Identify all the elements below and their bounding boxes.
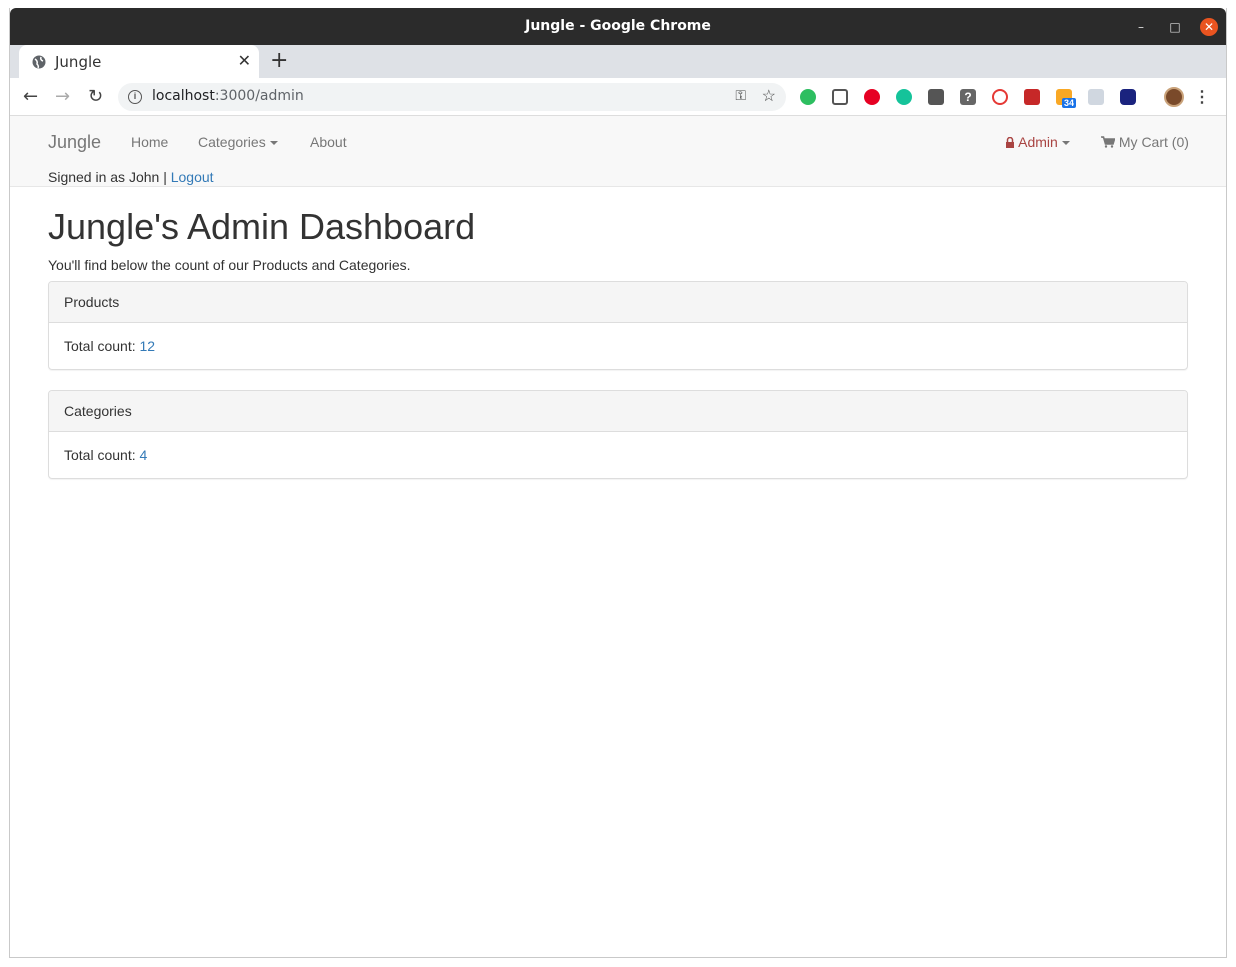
new-tab-button[interactable]: + <box>270 48 288 73</box>
categories-panel: Categories Total count: 4 <box>48 389 1188 479</box>
logout-link[interactable]: Logout <box>171 169 214 185</box>
pinterest-extension-icon[interactable] <box>864 89 880 105</box>
categories-count: 4 <box>139 446 148 463</box>
caret-down-icon <box>1061 141 1070 146</box>
menu-dots-icon[interactable]: ⋮ <box>1194 87 1210 107</box>
maximize-button[interactable]: □ <box>1166 18 1184 36</box>
nav-cart[interactable]: My Cart (0) <box>1101 134 1189 150</box>
lightbulb-extension-icon[interactable] <box>928 89 944 105</box>
snowflake-extension-icon[interactable] <box>1088 89 1104 105</box>
rss-badge: 34 <box>1062 98 1077 108</box>
pocket-extension-icon[interactable] <box>832 89 848 105</box>
globe-icon <box>32 55 46 69</box>
timer-extension-icon[interactable] <box>992 89 1008 105</box>
session-info: Signed in as John | Logout <box>48 169 214 185</box>
close-tab-icon[interactable]: ✕ <box>238 51 251 70</box>
title-bar: Jungle - Google Chrome – □ ✕ <box>10 8 1226 45</box>
colorwheel-extension-icon[interactable] <box>1120 89 1136 105</box>
nav-about[interactable]: About <box>310 134 347 150</box>
address-bar[interactable]: i localhost:3000/admin ⚿ ☆ <box>118 83 786 111</box>
page-title: Jungle's Admin Dashboard <box>48 206 476 247</box>
products-count: 12 <box>139 337 156 354</box>
forward-icon[interactable]: → <box>55 86 70 107</box>
nav-categories[interactable]: Categories <box>198 134 278 150</box>
evernote-extension-icon[interactable] <box>800 89 816 105</box>
key-icon[interactable]: ⚿ <box>735 87 746 104</box>
caret-down-icon <box>269 141 278 146</box>
signed-in-text: Signed in as John | <box>48 169 167 185</box>
lock-icon <box>1006 136 1014 148</box>
products-panel: Products Total count: 12 <box>48 280 1188 370</box>
help-extension-icon[interactable]: ? <box>960 89 976 105</box>
tab-jungle[interactable]: Jungle ✕ <box>19 45 259 78</box>
browser-toolbar: ← → ↻ i localhost:3000/admin ⚿ ☆ ? 34 ⋮ <box>10 78 1226 116</box>
bookmark-star-icon[interactable]: ☆ <box>762 86 776 106</box>
url-text[interactable]: localhost:3000/admin <box>152 88 304 104</box>
panel-body: Total count: 4 <box>49 432 1187 478</box>
panel-heading: Products <box>49 281 1187 323</box>
nav-admin[interactable]: Admin <box>1005 134 1070 150</box>
profile-avatar[interactable] <box>1164 87 1184 107</box>
main-content: Jungle's Admin Dashboard You'll find bel… <box>48 187 1188 499</box>
count-label: Total count: <box>64 337 136 354</box>
app-navbar: Jungle Home Categories About Admin My Ca… <box>10 116 1226 187</box>
panel-body: Total count: 12 <box>49 323 1187 369</box>
page-subtitle: You'll find below the count of our Produ… <box>48 256 411 273</box>
reload-icon[interactable]: ↻ <box>88 86 103 107</box>
close-window-button[interactable]: ✕ <box>1200 18 1218 36</box>
grammarly-extension-icon[interactable] <box>896 89 912 105</box>
panel-heading: Categories <box>49 390 1187 432</box>
tab-strip: Jungle ✕ + <box>10 45 1226 78</box>
minimize-button[interactable]: – <box>1132 18 1150 36</box>
tab-title: Jungle <box>55 53 102 71</box>
book-extension-icon[interactable] <box>1024 89 1040 105</box>
window-title: Jungle - Google Chrome <box>525 18 711 34</box>
brand-link[interactable]: Jungle <box>48 132 101 153</box>
count-label: Total count: <box>64 446 136 463</box>
info-icon[interactable]: i <box>128 90 142 104</box>
cart-icon <box>1101 136 1116 148</box>
nav-home[interactable]: Home <box>131 134 168 150</box>
back-icon[interactable]: ← <box>23 86 38 107</box>
browser-window: Jungle - Google Chrome – □ ✕ Jungle ✕ + … <box>9 8 1227 958</box>
